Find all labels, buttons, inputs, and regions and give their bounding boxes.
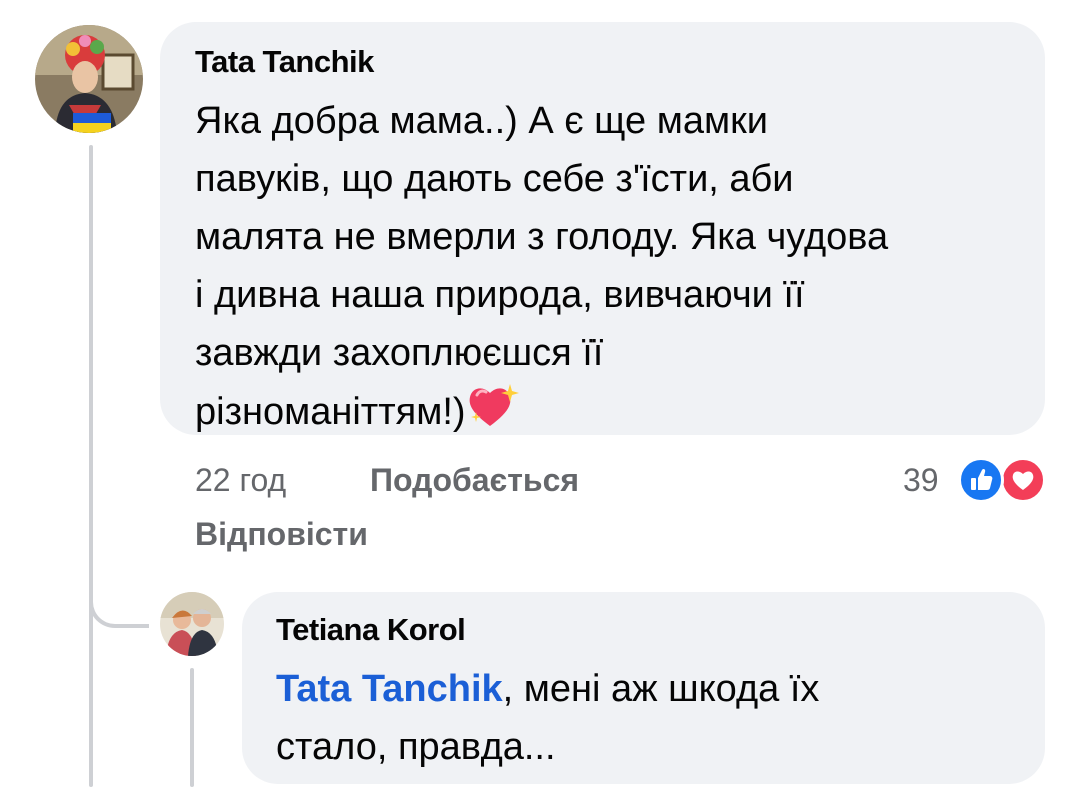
comment-line: різноманіттям!) xyxy=(195,391,466,433)
comment-line: завжди захоплюєшся її xyxy=(195,332,604,374)
sparkling-heart-icon xyxy=(466,382,522,447)
reply-button[interactable]: Відповісти xyxy=(195,516,368,553)
like-button[interactable]: Подобається xyxy=(370,462,579,499)
commenter-avatar[interactable] xyxy=(35,25,143,133)
like-icon[interactable] xyxy=(958,457,1004,503)
reply-author-avatar[interactable] xyxy=(160,592,224,656)
reply-thread-line xyxy=(190,668,194,787)
reaction-count[interactable]: 39 xyxy=(903,462,939,499)
reply-text: Tata Tanchik, мені аж шкода їх стало, пр… xyxy=(276,660,1036,776)
reply-line: Tata Tanchik, мені аж шкода їх xyxy=(276,660,1036,718)
comment-author-name[interactable]: Tata Tanchik xyxy=(195,44,374,80)
love-icon[interactable] xyxy=(1000,457,1046,503)
comment-line: малята не вмерли з голоду. Яка чудова xyxy=(195,216,889,258)
comment-line: і дивна наша природа, вивчаючи її xyxy=(195,274,805,316)
thread-connector xyxy=(89,560,149,628)
comment-timestamp[interactable]: 22 год xyxy=(195,462,286,499)
thread-line xyxy=(89,145,93,787)
reply-author-name[interactable]: Tetiana Korol xyxy=(276,612,466,648)
comment-line-last: різноманіттям!) xyxy=(195,382,1025,447)
mention-link[interactable]: Tata Tanchik xyxy=(276,668,503,710)
comment-line: павуків, що дають себе з'їсти, аби xyxy=(195,158,794,200)
comment-text: Яка добра мама..) А є ще мамки павуків, … xyxy=(195,92,1025,447)
reply-text-fragment: , мені аж шкода їх xyxy=(502,668,820,710)
comment-line: Яка добра мама..) А є ще мамки xyxy=(195,100,768,142)
reply-line: стало, правда... xyxy=(276,726,556,768)
